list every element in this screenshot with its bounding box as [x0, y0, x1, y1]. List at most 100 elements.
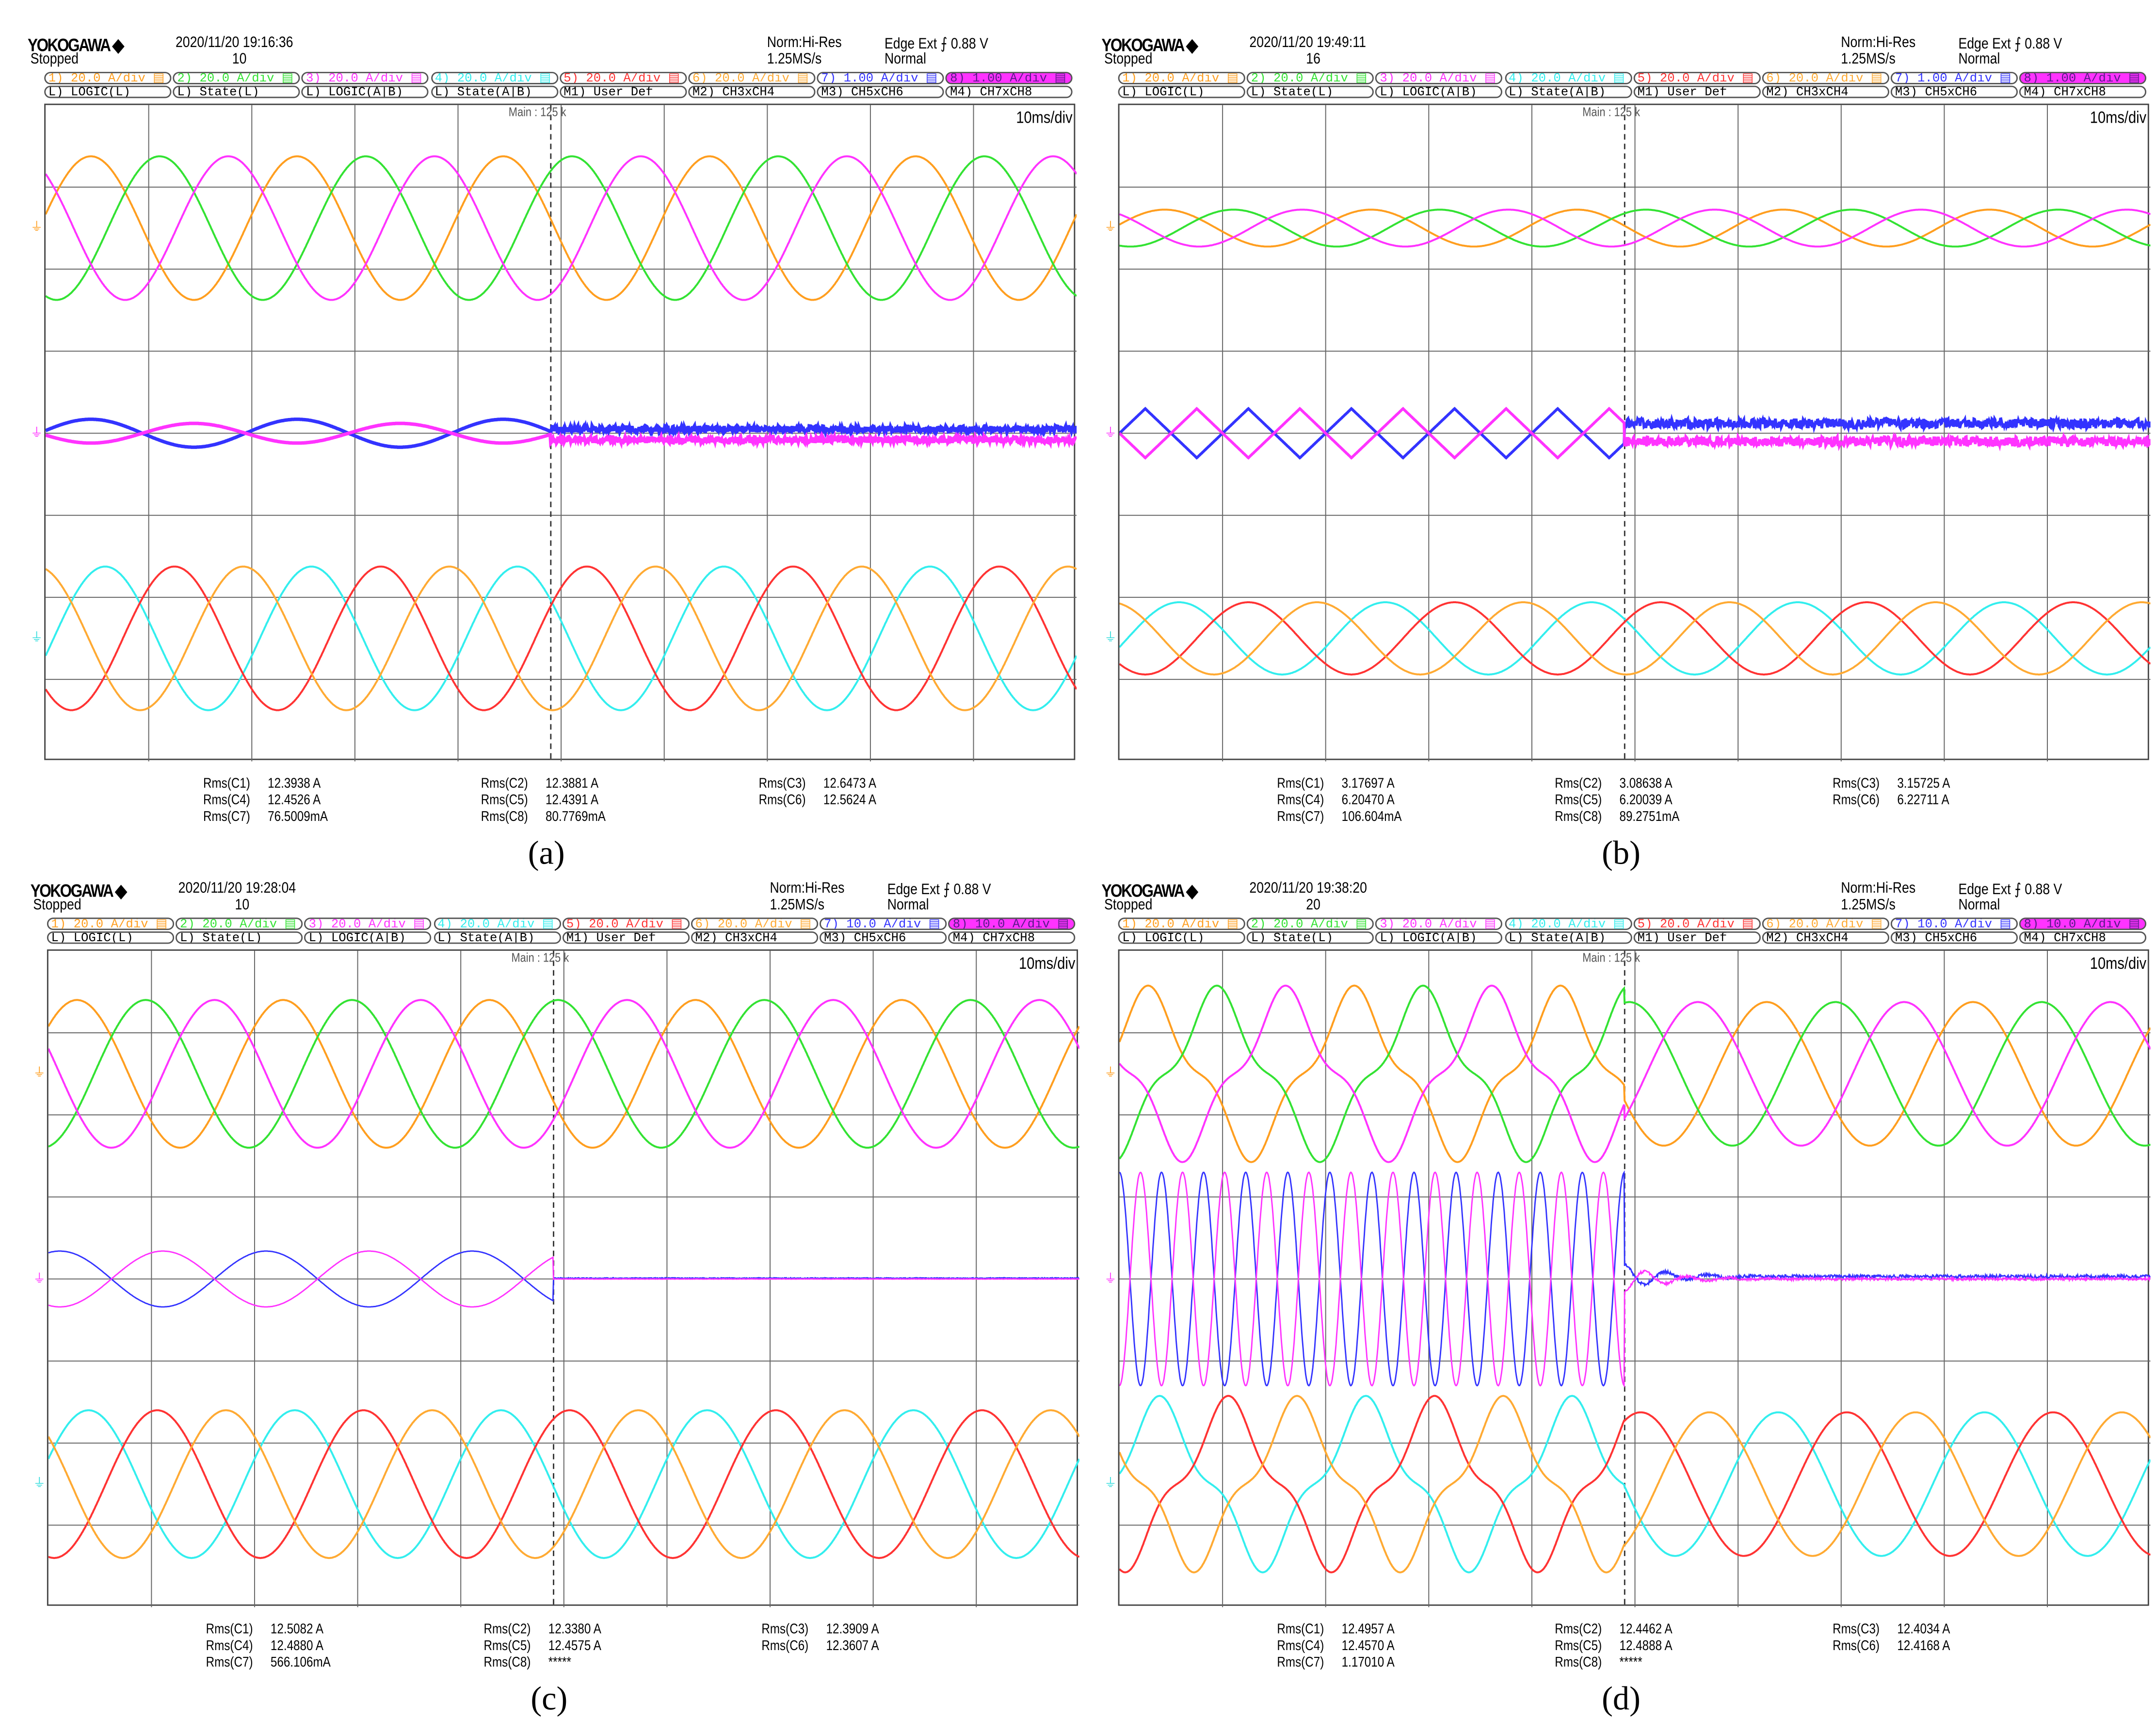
math-8-label[interactable]: M4) CH7xCH8 [2019, 85, 2147, 98]
measurement-value: 76.5009mA [268, 810, 328, 825]
status-text: Stopped [30, 51, 79, 68]
measurement-label: Rms(C3) [761, 1622, 809, 1638]
math-4-label[interactable]: L) State(A|B) [1504, 931, 1632, 944]
measurement-value: 12.4957 A [1341, 1622, 1395, 1638]
math-6-label[interactable]: M2) CH3xCH4 [688, 85, 816, 98]
measurement-column: Rms(C1) 3.17697 A Rms(C4) 6.20470 A Rms(C7) 1… [1277, 777, 1401, 827]
channel-7-scale[interactable]: 7) 10.0 A/div ▤ [1891, 917, 2018, 931]
math-7-label[interactable]: M3) CH5xCH6 [820, 931, 947, 944]
panel-label: (b) [1602, 836, 1641, 872]
channel-6-scale[interactable]: 6) 20.0 A/div ▤ [691, 917, 819, 931]
measurement-value: ***** [1619, 1655, 1642, 1671]
measurement-value: 566.106mA [270, 1655, 331, 1671]
acquisition-count: 16 [1306, 51, 1320, 68]
ground-marker-icon: ⏚ [1104, 1065, 1117, 1080]
timestamp: 2020/11/20 19:28:04 [178, 880, 296, 897]
channel-5-scale[interactable]: 5) 20.0 A/div ▤ [562, 917, 690, 931]
math-3-label[interactable]: L) LOGIC(A|B) [1375, 85, 1503, 98]
channel-7-scale[interactable]: 7) 1.00 A/div ▤ [817, 72, 945, 84]
ground-marker-icon: ⏚ [1104, 630, 1117, 644]
channel-6-scale[interactable]: 6) 20.0 A/div ▤ [1762, 917, 1889, 931]
measurement-row: Rms(C4) 12.4570 A [1277, 1639, 1394, 1655]
measurement-label: Rms(C6) [1833, 1639, 1880, 1654]
channel-8-scale[interactable]: 8) 10.0 A/div ▤ [2019, 917, 2147, 931]
record-length: Main : 125 k [1581, 950, 1640, 965]
math-7-label[interactable]: M3) CH5xCH6 [1891, 85, 2018, 98]
measurement-value: ***** [548, 1655, 571, 1671]
math-3-label[interactable]: L) LOGIC(A|B) [305, 931, 432, 944]
trigger-setting: Edge Ext ⨍ 0.88 V [1958, 36, 2062, 53]
math-3-label[interactable]: L) LOGIC(A|B) [1375, 931, 1503, 944]
measurement-row: Rms(C6) 6.22711 A [1833, 793, 1950, 810]
math-1-label[interactable]: L) LOGIC(L) [1118, 85, 1245, 98]
channel-3-scale[interactable]: 3) 20.0 A/div ▤ [305, 917, 432, 931]
scope-panel: YOKOGAWA ◆ 2020/11/20 19:28:04 Stopped 10 No… [31, 880, 1109, 1723]
measurement-value: 12.4462 A [1619, 1622, 1673, 1638]
waveform-plot [46, 105, 1077, 762]
trigger-mode: Normal [887, 897, 929, 914]
math-1-label[interactable]: L) LOGIC(L) [1118, 931, 1245, 944]
channel-3-scale[interactable]: 3) 20.0 A/div ▤ [1375, 917, 1503, 931]
math-8-label[interactable]: M4) CH7xCH8 [2019, 931, 2147, 944]
math-6-label[interactable]: M2) CH3xCH4 [691, 931, 819, 944]
channel-2-scale[interactable]: 2) 20.0 A/div ▤ [173, 72, 300, 84]
channel-4-scale[interactable]: 4) 20.0 A/div ▤ [1504, 917, 1632, 931]
channel-5-scale[interactable]: 5) 20.0 A/div ▤ [559, 72, 687, 84]
math-3-label[interactable]: L) LOGIC(A|B) [302, 85, 429, 98]
channel-2-scale[interactable]: 2) 20.0 A/div ▤ [1247, 917, 1374, 931]
measurement-value: 12.3938 A [268, 776, 321, 792]
channel-2-scale[interactable]: 2) 20.0 A/div ▤ [176, 917, 303, 931]
channel-1-scale[interactable]: 1) 20.0 A/div ▤ [47, 917, 175, 931]
math-7-label[interactable]: M3) CH5xCH6 [817, 85, 945, 98]
channel-2-scale[interactable]: 2) 20.0 A/div ▤ [1247, 72, 1374, 84]
channel-3-scale[interactable]: 3) 20.0 A/div ▤ [1375, 72, 1503, 84]
math-5-label[interactable]: M1) User Def [562, 931, 690, 944]
channel-1-scale[interactable]: 1) 20.0 A/div ▤ [1118, 72, 1245, 84]
math-6-label[interactable]: M2) CH3xCH4 [1762, 85, 1889, 98]
channel-7-scale[interactable]: 7) 1.00 A/div ▤ [1891, 72, 2018, 84]
channel-4-scale[interactable]: 4) 20.0 A/div ▤ [431, 72, 558, 84]
channel-5-scale[interactable]: 5) 20.0 A/div ▤ [1633, 917, 1761, 931]
channel-3-scale[interactable]: 3) 20.0 A/div ▤ [302, 72, 429, 84]
channel-6-scale[interactable]: 6) 20.0 A/div ▤ [688, 72, 816, 84]
measurement-row: Rms(C3) 3.15725 A [1833, 777, 1950, 793]
measurement-label: Rms(C1) [206, 1622, 253, 1638]
channel-8-scale[interactable]: 8) 10.0 A/div ▤ [949, 917, 1076, 931]
measurement-row: Rms(C3) 12.3909 A [761, 1622, 879, 1639]
math-2-label[interactable]: L) State(L) [173, 85, 300, 98]
math-2-label[interactable]: L) State(L) [1247, 85, 1374, 98]
trigger-mode: Normal [1958, 897, 2000, 914]
panel-label: (d) [1602, 1682, 1641, 1718]
math-2-label[interactable]: L) State(L) [176, 931, 303, 944]
measurement-value: 6.22711 A [1897, 793, 1949, 809]
math-1-label[interactable]: L) LOGIC(L) [44, 85, 172, 98]
math-1-label[interactable]: L) LOGIC(L) [47, 931, 175, 944]
math-4-label[interactable]: L) State(A|B) [433, 931, 561, 944]
math-5-label[interactable]: M1) User Def [1633, 85, 1761, 98]
math-4-label[interactable]: L) State(A|B) [1504, 85, 1632, 98]
channel-6-scale[interactable]: 6) 20.0 A/div ▤ [1762, 72, 1889, 84]
channel-1-scale[interactable]: 1) 20.0 A/div ▤ [44, 72, 172, 84]
math-5-label[interactable]: M1) User Def [559, 85, 687, 98]
math-5-label[interactable]: M1) User Def [1633, 931, 1761, 944]
math-2-label[interactable]: L) State(L) [1247, 931, 1374, 944]
math-8-label[interactable]: M4) CH7xCH8 [946, 85, 1073, 98]
channel-7-scale[interactable]: 7) 10.0 A/div ▤ [820, 917, 947, 931]
channel-4-scale[interactable]: 4) 20.0 A/div ▤ [433, 917, 561, 931]
math-4-label[interactable]: L) State(A|B) [431, 85, 558, 98]
measurement-label: Rms(C2) [1555, 776, 1602, 792]
channel-4-scale[interactable]: 4) 20.0 A/div ▤ [1504, 72, 1632, 84]
acquisition-mode: Norm:Hi-Res [767, 34, 842, 51]
math-8-label[interactable]: M4) CH7xCH8 [949, 931, 1076, 944]
channel-5-scale[interactable]: 5) 20.0 A/div ▤ [1633, 72, 1761, 84]
channel-1-scale[interactable]: 1) 20.0 A/div ▤ [1118, 917, 1245, 931]
math-6-label[interactable]: M2) CH3xCH4 [1762, 931, 1889, 944]
math-7-label[interactable]: M3) CH5xCH6 [1891, 931, 2018, 944]
channel-8-scale[interactable]: 8) 1.00 A/div ▤ [946, 72, 1073, 84]
channel-8-scale[interactable]: 8) 1.00 A/div ▤ [2019, 72, 2147, 84]
measurement-value: 12.4888 A [1619, 1639, 1673, 1654]
measurement-label: Rms(C2) [481, 776, 528, 792]
ground-marker-icon: ⏚ [1104, 220, 1117, 234]
ground-marker-icon: ⏚ [1104, 425, 1117, 439]
measurement-value: 12.6473 A [823, 776, 877, 792]
